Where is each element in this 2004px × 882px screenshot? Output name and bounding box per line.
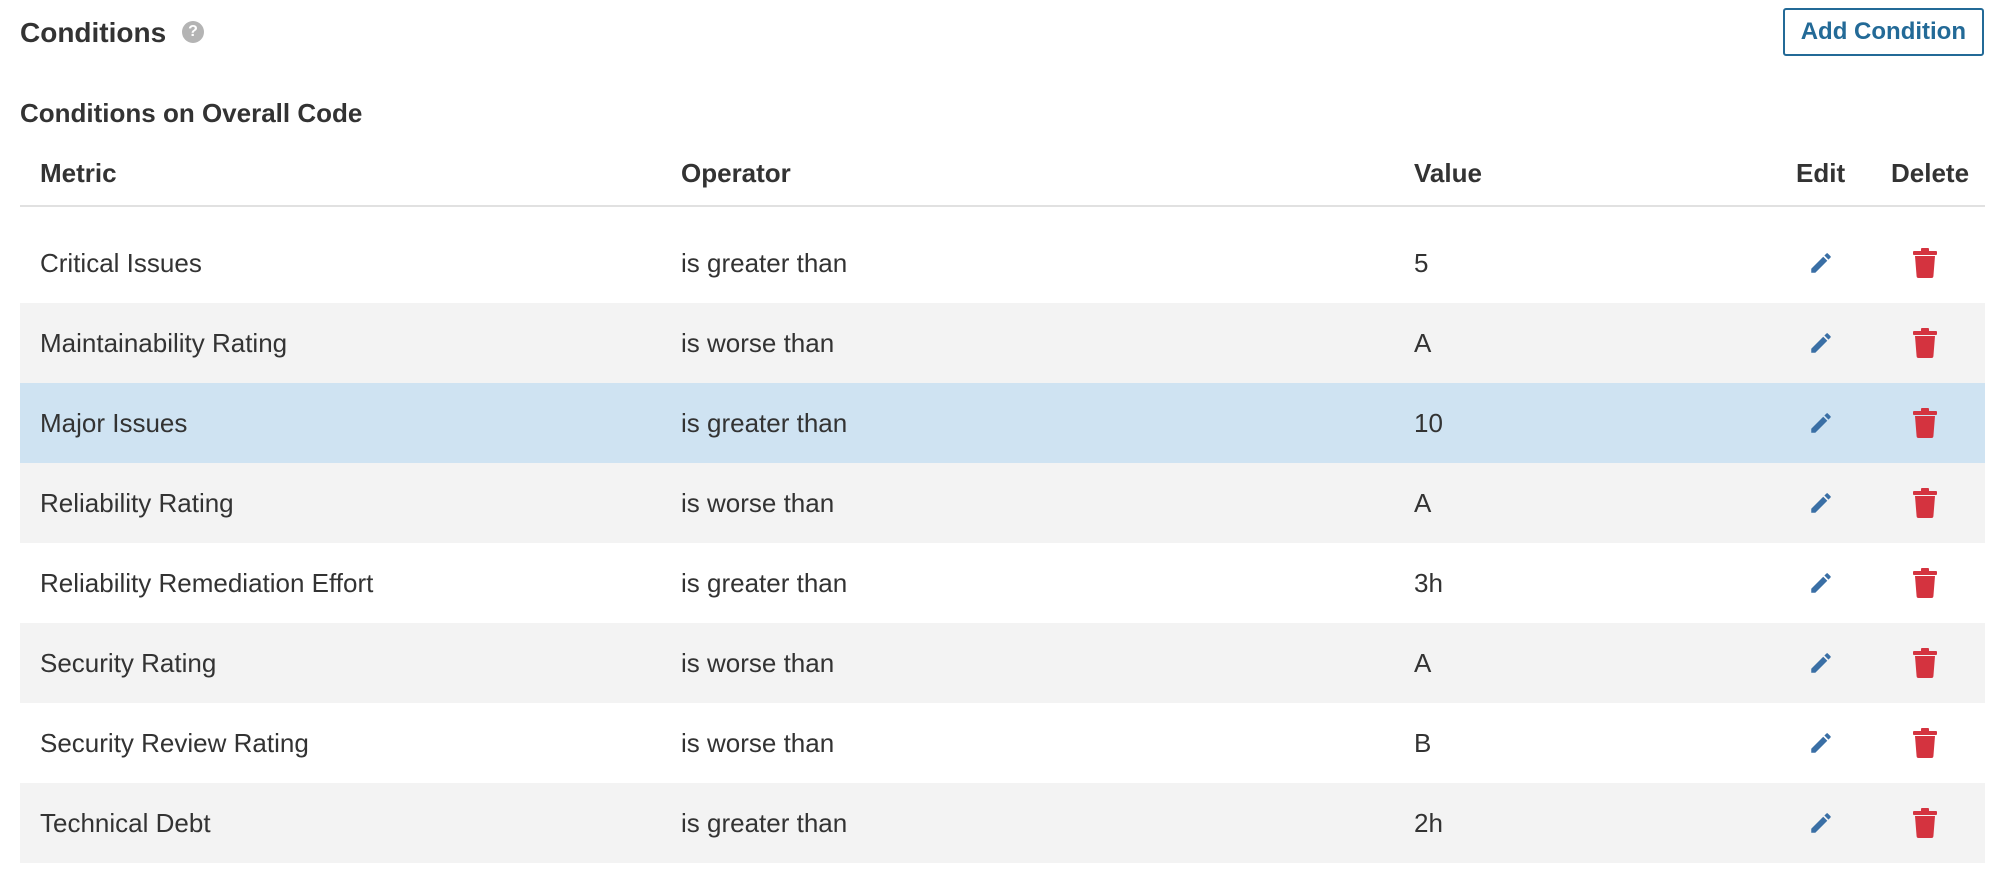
trash-icon[interactable] <box>1900 223 1950 303</box>
trash-icon[interactable] <box>1900 463 1950 543</box>
metric-cell: Security Review Rating <box>40 728 309 758</box>
value-cell: 10 <box>1414 408 1443 438</box>
value-cell: 2h <box>1414 808 1443 838</box>
conditions-header: Conditions ? Add Condition <box>20 8 1984 58</box>
table-row[interactable]: Maintainability Rating is worse than A <box>20 303 1985 383</box>
pencil-icon[interactable] <box>1796 303 1846 383</box>
metric-cell: Technical Debt <box>40 808 211 838</box>
column-header-value: Value <box>1414 158 1482 188</box>
metric-cell: Critical Issues <box>40 248 202 278</box>
trash-icon[interactable] <box>1900 543 1950 623</box>
value-cell: A <box>1414 328 1432 358</box>
section-title: Conditions on Overall Code <box>20 98 363 128</box>
column-header-operator: Operator <box>681 158 791 188</box>
conditions-title: Conditions <box>20 17 167 48</box>
add-condition-button[interactable]: Add Condition <box>1782 8 1984 56</box>
metric-cell: Maintainability Rating <box>40 328 288 358</box>
value-cell: A <box>1414 648 1432 678</box>
trash-icon[interactable] <box>1900 303 1950 383</box>
operator-cell: is worse than <box>681 488 835 518</box>
pencil-icon[interactable] <box>1796 623 1846 703</box>
table-row[interactable]: Reliability Rating is worse than A <box>20 463 1985 543</box>
value-cell: 3h <box>1414 568 1443 598</box>
trash-icon[interactable] <box>1900 623 1950 703</box>
operator-cell: is greater than <box>681 808 848 838</box>
operator-cell: is greater than <box>681 568 848 598</box>
trash-icon[interactable] <box>1900 783 1950 863</box>
metric-cell: Reliability Remediation Effort <box>40 568 374 598</box>
operator-cell: is worse than <box>681 648 835 678</box>
table-body: Critical Issues is greater than 5 Mainta… <box>20 223 1985 863</box>
operator-cell: is greater than <box>681 408 848 438</box>
value-cell: B <box>1414 728 1432 758</box>
metric-cell: Reliability Rating <box>40 488 234 518</box>
table-row[interactable]: Technical Debt is greater than 2h <box>20 783 1985 863</box>
table-row[interactable]: Critical Issues is greater than 5 <box>20 223 1985 303</box>
table-row[interactable]: Security Rating is worse than A <box>20 623 1985 703</box>
pencil-icon[interactable] <box>1796 383 1846 463</box>
pencil-icon[interactable] <box>1796 783 1846 863</box>
pencil-icon[interactable] <box>1796 223 1846 303</box>
value-cell: A <box>1414 488 1432 518</box>
operator-cell: is worse than <box>681 728 835 758</box>
table-row[interactable]: Major Issues is greater than 10 <box>20 383 1985 463</box>
trash-icon[interactable] <box>1900 703 1950 783</box>
metric-cell: Major Issues <box>40 408 188 438</box>
column-header-edit: Edit <box>1796 158 1846 188</box>
trash-icon[interactable] <box>1900 383 1950 463</box>
table-header: Metric Operator Value Edit Delete <box>20 145 1985 207</box>
value-cell: 5 <box>1414 248 1429 278</box>
metric-cell: Security Rating <box>40 648 217 678</box>
pencil-icon[interactable] <box>1796 703 1846 783</box>
column-header-metric: Metric <box>40 158 117 188</box>
column-header-delete: Delete <box>1891 158 1970 188</box>
operator-cell: is greater than <box>681 248 848 278</box>
conditions-table: Metric Operator Value Edit Delete Critic… <box>20 145 1985 863</box>
table-row[interactable]: Reliability Remediation Effort is greate… <box>20 543 1985 623</box>
pencil-icon[interactable] <box>1796 463 1846 543</box>
question-circle-icon[interactable]: ? <box>182 21 204 43</box>
quality-gate-conditions-page: Conditions ? Add Condition Conditions on… <box>0 0 2004 882</box>
table-row[interactable]: Security Review Rating is worse than B <box>20 703 1985 783</box>
pencil-icon[interactable] <box>1796 543 1846 623</box>
operator-cell: is worse than <box>681 328 835 358</box>
